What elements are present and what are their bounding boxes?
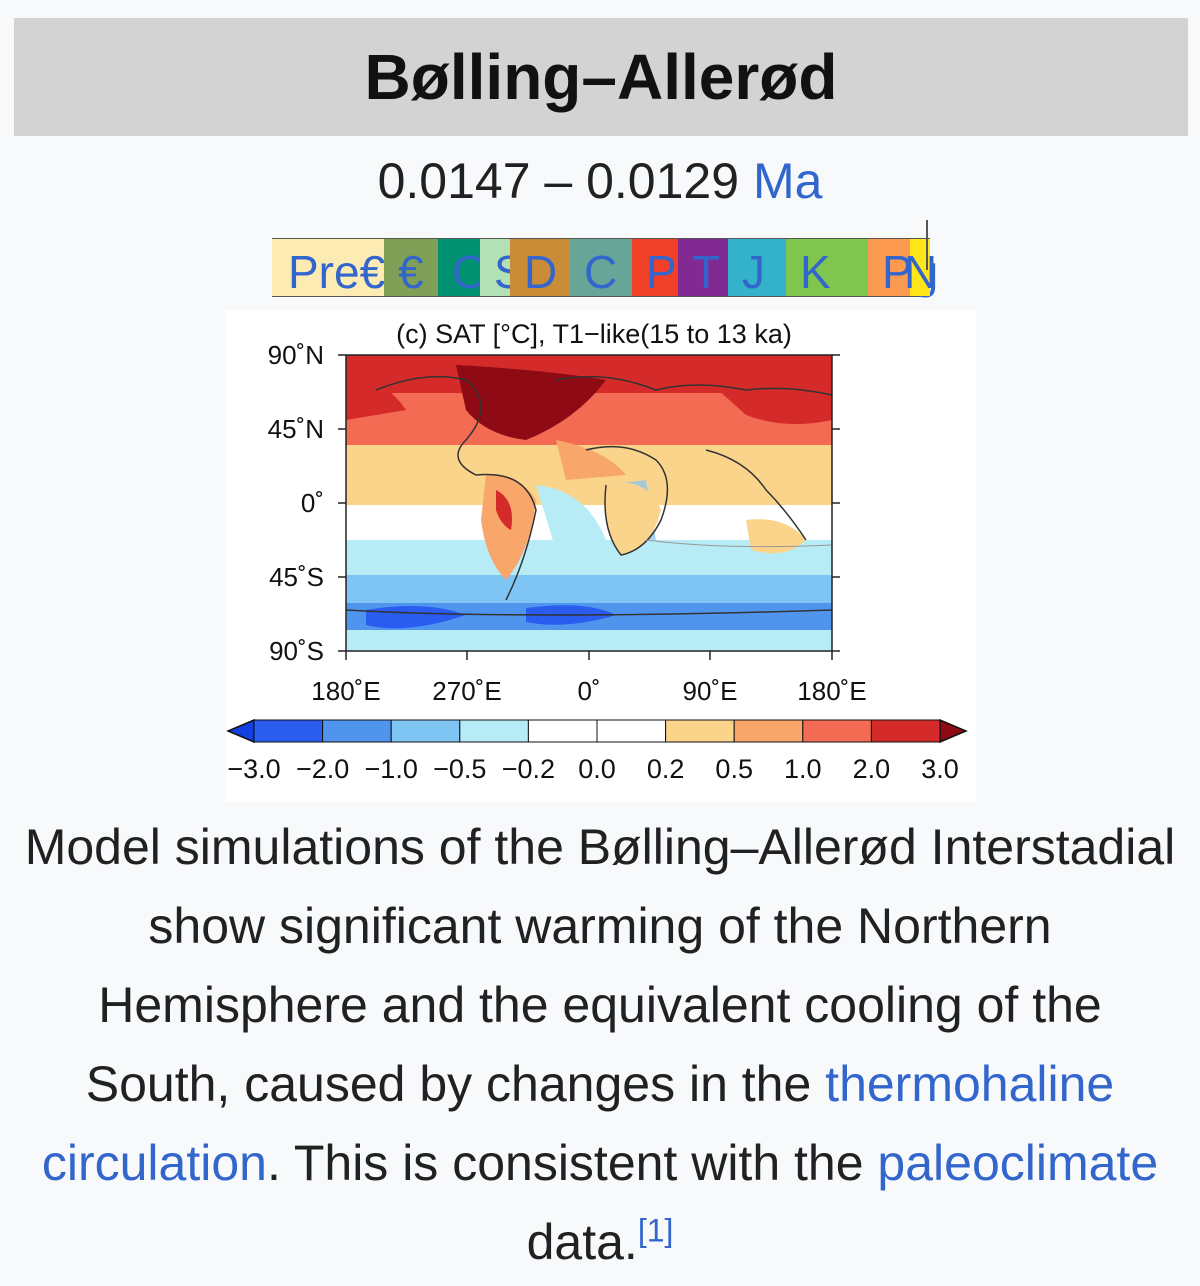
colorbar-bin <box>527 719 598 743</box>
timeline-period-2[interactable]: O <box>438 239 488 296</box>
colorbar-min-arrow <box>226 718 255 744</box>
colorbar: −3.0 −2.0 −1.0 −0.5 −0.2 0.0 0.2 0.5 1.0 2.0 3.0 <box>226 718 968 784</box>
y-tick-label: 45˚S <box>269 562 324 592</box>
colorbar-label: −0.5 <box>433 754 486 784</box>
x-tick-label: 180˚E <box>797 676 866 706</box>
timeline-period-label[interactable]: N <box>904 249 937 295</box>
sat-map-svg: (c) SAT [°C], T1−like(15 to 13 ka) 90˚N4… <box>226 319 968 784</box>
y-tick-label: 90˚S <box>269 636 324 666</box>
colorbar-bin <box>733 719 804 743</box>
paleoclimate-link[interactable]: paleoclimate <box>877 1135 1158 1191</box>
timeline-period-label[interactable]: J <box>742 249 765 295</box>
colorbar-bin <box>322 719 392 743</box>
timeline-period-7[interactable]: T <box>678 239 728 296</box>
temperature-field <box>346 355 832 651</box>
timeline-period-label[interactable]: K <box>800 249 831 295</box>
caption-text-2: . This is consistent with the <box>266 1135 878 1191</box>
infobox-title: Bølling–Allerød <box>364 41 838 113</box>
colorbar-label: −0.2 <box>502 754 555 784</box>
timeline-period-3[interactable]: S <box>480 239 525 296</box>
timeline-period-label[interactable]: P <box>646 249 677 295</box>
timeline-period-label[interactable]: C <box>584 249 617 295</box>
y-tick-label: 0˚ <box>301 488 324 518</box>
timeline-period-0[interactable]: Pre€ <box>272 239 385 296</box>
colorbar-bin <box>665 719 735 743</box>
timeline-period-5[interactable]: C <box>570 239 632 296</box>
timeline-period-1[interactable]: € <box>384 239 438 296</box>
reference-1: [1] <box>638 1212 674 1248</box>
x-tick-label: 270˚E <box>432 676 501 706</box>
colorbar-bin <box>802 719 872 743</box>
time-range-values: 0.0147 – 0.0129 <box>377 153 740 209</box>
x-tick-label: 90˚E <box>683 676 738 706</box>
infobox: Bølling–Allerød 0.0147 – 0.0129 Ma Pre€ €… <box>0 0 1200 1286</box>
timeline-period-label[interactable]: T <box>692 249 720 295</box>
x-tick-label: 0˚ <box>577 676 600 706</box>
figure-caption: Model simulations of the Bølling–Allerød… <box>20 808 1180 1282</box>
colorbar-label: 0.0 <box>578 754 616 784</box>
timeline-period-8[interactable]: J <box>728 239 786 296</box>
x-axis: 180˚E 270˚E 0˚ 90˚E 180˚E <box>311 651 867 706</box>
timeline-period-4[interactable]: D <box>510 239 570 296</box>
infobox-header: Bølling–Allerød <box>14 18 1188 136</box>
timeline-period-9[interactable]: K <box>786 239 868 296</box>
timeline-marker <box>926 220 928 270</box>
colorbar-label: 0.5 <box>715 754 753 784</box>
sat-map-figure: (c) SAT [°C], T1−like(15 to 13 ka) 90˚N … <box>226 310 976 802</box>
ma-link[interactable]: Ma <box>753 153 822 209</box>
colorbar-label: −1.0 <box>365 754 418 784</box>
reference-1-link[interactable]: [1] <box>638 1212 674 1248</box>
colorbar-label: −3.0 <box>227 754 280 784</box>
y-tick-label: 90˚N <box>268 340 324 370</box>
timeline-period-label[interactable]: D <box>524 249 557 295</box>
colorbar-max-arrow <box>939 718 968 744</box>
timeline-period-label[interactable]: Pre€ <box>288 249 385 295</box>
caption-text-3: data. <box>526 1214 638 1270</box>
geologic-timeline: Pre€€OSDCPTJKPgN <box>272 238 938 297</box>
colorbar-label: 3.0 <box>921 754 959 784</box>
colorbar-bin <box>253 719 324 743</box>
colorbar-label: 2.0 <box>853 754 891 784</box>
time-range: 0.0147 – 0.0129 Ma <box>0 152 1200 210</box>
timeline-period-6[interactable]: P <box>632 239 678 296</box>
colorbar-label: 1.0 <box>784 754 822 784</box>
colorbar-bin <box>870 719 941 743</box>
colorbar-bin <box>596 719 667 743</box>
colorbar-label: −2.0 <box>296 754 349 784</box>
colorbar-bin <box>390 719 461 743</box>
map-title: (c) SAT [°C], T1−like(15 to 13 ka) <box>396 319 792 349</box>
colorbar-label: 0.2 <box>647 754 685 784</box>
x-tick-label: 180˚E <box>311 676 380 706</box>
y-tick-label: 45˚N <box>268 414 324 444</box>
timeline-period-label[interactable]: € <box>398 249 424 295</box>
colorbar-bin <box>459 719 529 743</box>
